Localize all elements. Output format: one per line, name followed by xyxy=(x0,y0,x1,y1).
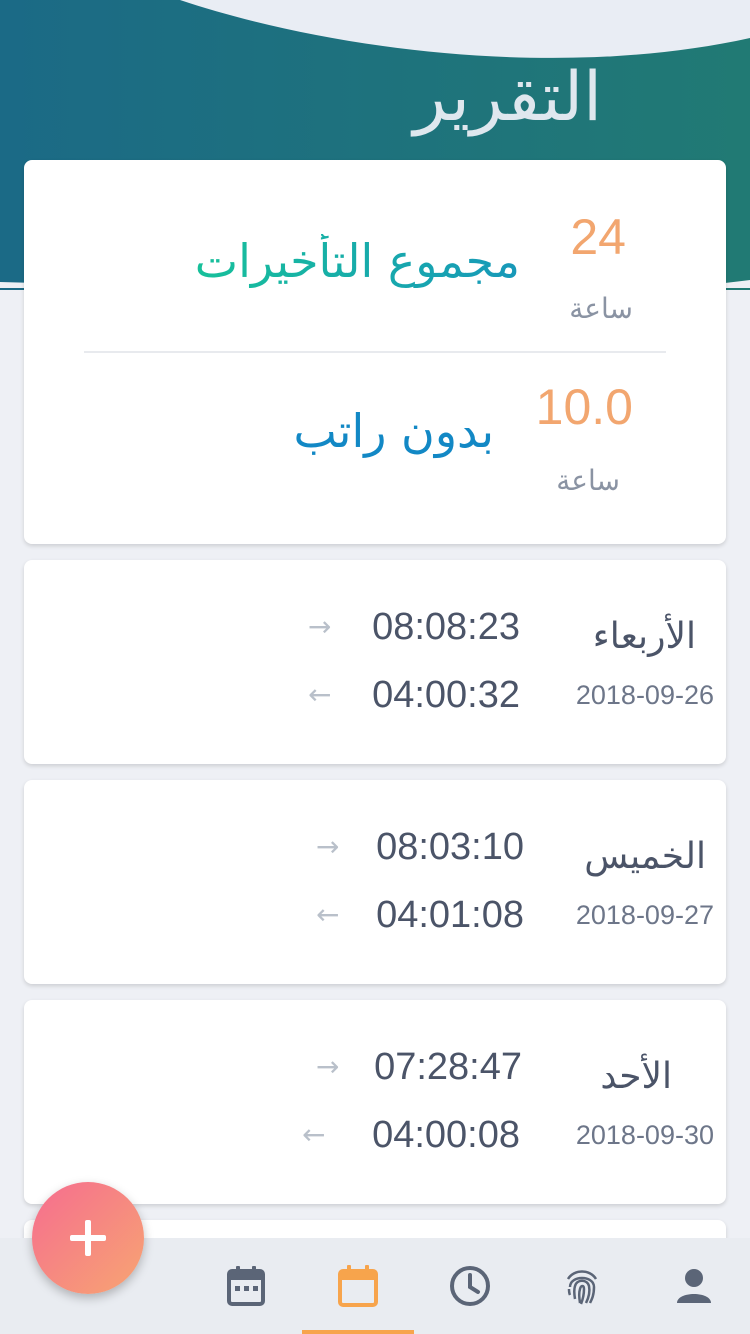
calendar-icon xyxy=(338,1265,378,1307)
arrow-left-icon: ← xyxy=(308,678,332,711)
check-in-time: 07:28:47 xyxy=(374,1046,522,1088)
attendance-card[interactable]: الخميس 2018-09-27 08:03:10 → 04:01:08 ← xyxy=(24,780,726,984)
arrow-left-icon: ← xyxy=(302,1118,326,1151)
unpaid-label: بدون راتب xyxy=(293,404,494,458)
unpaid-value: 10.0 xyxy=(535,379,633,435)
nav-calendar-events[interactable] xyxy=(190,1238,302,1334)
nav-clock[interactable] xyxy=(414,1238,526,1334)
attendance-card[interactable]: الأربعاء 2018-09-26 08:08:23 → 04:00:32 … xyxy=(24,560,726,764)
attendance-card[interactable]: الأحد 2018-09-30 07:28:47 → 04:00:08 ← xyxy=(24,1000,726,1204)
clock-icon xyxy=(450,1266,490,1306)
arrow-right-icon: → xyxy=(316,830,340,863)
nav-active-indicator xyxy=(302,1330,414,1334)
day-date: 2018-09-30 xyxy=(575,1120,714,1150)
day-name: الأربعاء xyxy=(592,616,696,657)
total-delays-row: 24 ساعة مجموع التأخيرات xyxy=(24,160,726,330)
check-out-time: 04:01:08 xyxy=(376,894,524,936)
check-out-time: 04:00:32 xyxy=(372,674,520,716)
arrow-left-icon: ← xyxy=(316,898,340,931)
day-name: الخميس xyxy=(584,836,706,877)
day-date: 2018-09-27 xyxy=(575,900,714,930)
summary-card: 24 ساعة مجموع التأخيرات 10.0 ساعة بدون ر… xyxy=(24,160,726,544)
nav-profile[interactable] xyxy=(638,1238,750,1334)
arrow-right-icon: → xyxy=(308,610,332,643)
unpaid-row: 10.0 ساعة بدون راتب xyxy=(24,352,726,522)
plus-icon xyxy=(70,1220,106,1256)
total-delays-label: مجموع التأخيرات xyxy=(194,234,520,288)
add-button[interactable] xyxy=(32,1182,144,1294)
unpaid-unit: ساعة xyxy=(556,464,620,497)
calendar-dots-icon xyxy=(227,1266,265,1306)
nav-calendar[interactable] xyxy=(302,1238,414,1334)
day-name: الأحد xyxy=(600,1056,672,1097)
page-title: التقرير xyxy=(413,58,603,137)
total-delays-unit: ساعة xyxy=(569,292,633,325)
fingerprint-icon xyxy=(566,1270,598,1305)
day-date: 2018-09-26 xyxy=(575,680,714,710)
arrow-right-icon: → xyxy=(316,1050,340,1083)
check-in-time: 08:03:10 xyxy=(376,826,524,868)
check-in-time: 08:08:23 xyxy=(372,606,520,648)
nav-fingerprint[interactable] xyxy=(526,1238,638,1334)
user-icon xyxy=(677,1269,711,1303)
check-out-time: 04:00:08 xyxy=(372,1114,520,1156)
total-delays-value: 24 xyxy=(570,209,626,265)
